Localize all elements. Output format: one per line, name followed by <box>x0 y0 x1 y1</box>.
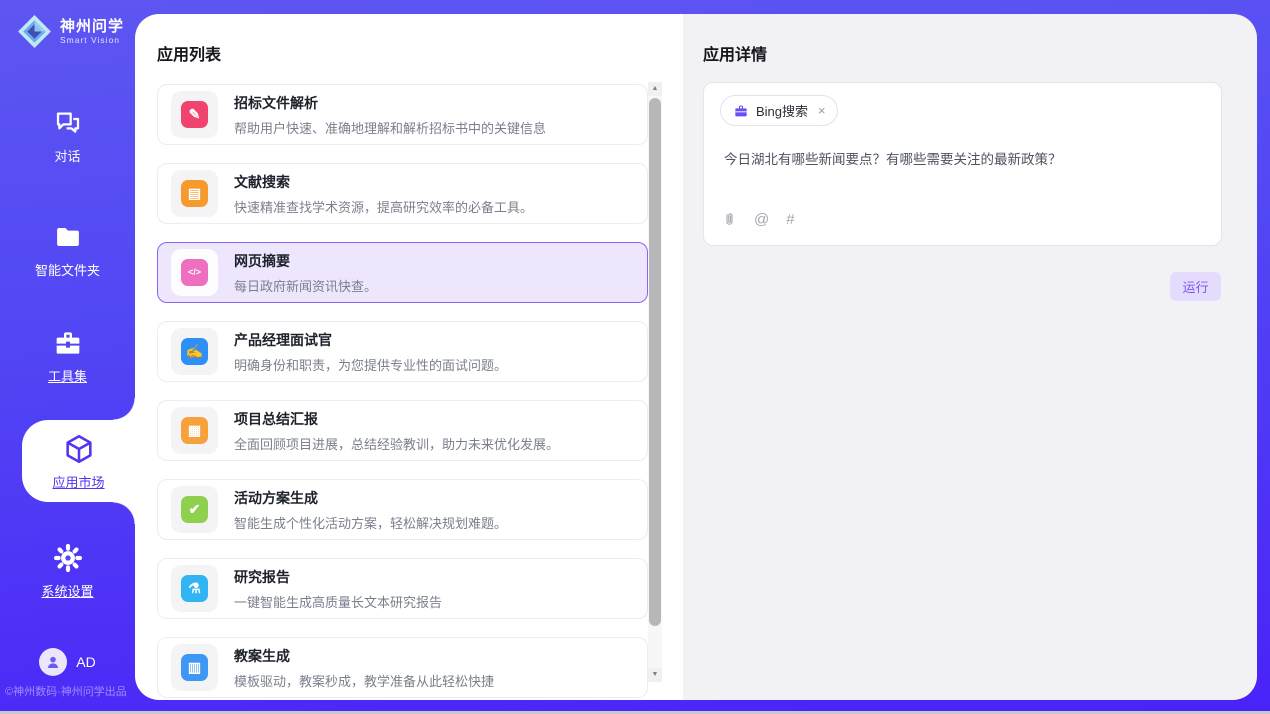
app-name: 产品经理面试官 <box>234 330 507 350</box>
app-icon-container: ✎ <box>171 91 218 138</box>
toolbox-icon <box>52 327 84 359</box>
app-card-lesson-plan[interactable]: ▥ 教案生成 模板驱动，教案秒成，教学准备从此轻松快捷 <box>157 637 648 698</box>
app-name: 项目总结汇报 <box>234 409 559 429</box>
cube-icon <box>62 432 96 466</box>
close-icon[interactable]: × <box>818 104 826 117</box>
sidebar-item-label: 对话 <box>54 146 80 165</box>
app-detail-panel: 应用详情 Bing搜索 × 今日湖北有哪些新闻要点？有哪些需要关注的最新政策？ … <box>683 14 1257 700</box>
sidebar-item-label: 智能文件夹 <box>35 260 100 279</box>
book-icon: ▤ <box>181 180 208 207</box>
app-icon-container: ▦ <box>171 407 218 454</box>
app-description: 全面回顾项目进展，总结经验教训，助力未来优化发展。 <box>234 434 559 453</box>
app-icon-container: </> <box>171 249 218 296</box>
app-description: 一键智能生成高质量长文本研究报告 <box>234 592 442 611</box>
tool-chip-label: Bing搜索 <box>756 101 808 120</box>
note-icon: ▦ <box>181 417 208 444</box>
sidebar-item-label: 系统设置 <box>41 581 93 600</box>
scroll-down-button[interactable]: ▼ <box>648 668 662 682</box>
app-cards: ✎ 招标文件解析 帮助用户快速、准确地理解和解析招标书中的关键信息 ▤ 文献搜索… <box>157 84 648 700</box>
list-scrollbar[interactable]: ▲ ▼ <box>648 82 662 682</box>
app-icon-container: ▤ <box>171 170 218 217</box>
logo-diamond-icon <box>16 13 53 50</box>
at-icon[interactable]: @ <box>754 211 769 228</box>
scrollbar-thumb[interactable] <box>649 98 661 626</box>
app-description: 模板驱动，教案秒成，教学准备从此轻松快捷 <box>234 671 494 690</box>
briefcase-icon <box>733 103 749 119</box>
app-name: 文献搜索 <box>234 172 533 192</box>
sidebar-selected-bubble: 应用市场 <box>22 420 135 502</box>
app-list-panel: 应用列表 ✎ 招标文件解析 帮助用户快速、准确地理解和解析招标书中的关键信息 ▤… <box>135 14 683 700</box>
sidebar-item-smart-folder[interactable]: 智能文件夹 <box>0 221 135 279</box>
app-detail-title: 应用详情 <box>703 41 767 65</box>
app-icon-container: ▥ <box>171 644 218 691</box>
app-card-event-plan[interactable]: ✔ 活动方案生成 智能生成个性化活动方案，轻松解决规划难题。 <box>157 479 648 540</box>
sidebar-item-settings[interactable]: 系统设置 <box>0 542 135 600</box>
sidebar-item-toolset[interactable]: 工具集 <box>0 327 135 385</box>
app-card-pm-interviewer[interactable]: ✍ 产品经理面试官 明确身份和职责，为您提供专业性的面试问题。 <box>157 321 648 382</box>
sidebar-item-label: 工具集 <box>48 366 87 385</box>
app-name: 网页摘要 <box>234 251 377 271</box>
tool-chip-bing-search[interactable]: Bing搜索 × <box>720 95 838 126</box>
clipboard-check-icon: ✔ <box>181 496 208 523</box>
edit-icon: ✎ <box>181 101 208 128</box>
user-name: AD <box>76 654 95 670</box>
prompt-card: Bing搜索 × 今日湖北有哪些新闻要点？有哪些需要关注的最新政策？ @ # <box>703 82 1222 246</box>
app-list-title: 应用列表 <box>157 41 221 65</box>
person-icon <box>45 654 61 670</box>
app-card-bid-parse[interactable]: ✎ 招标文件解析 帮助用户快速、准确地理解和解析招标书中的关键信息 <box>157 84 648 145</box>
prompt-input[interactable]: 今日湖北有哪些新闻要点？有哪些需要关注的最新政策？ <box>724 150 1201 169</box>
avatar <box>39 648 67 676</box>
folder-icon <box>52 221 84 253</box>
scroll-up-button[interactable]: ▲ <box>648 82 662 96</box>
interviewer-icon: ✍ <box>181 338 208 365</box>
hash-icon[interactable]: # <box>786 211 794 228</box>
prompt-toolbar: @ # <box>722 211 795 228</box>
app-description: 快速精准查找学术资源，提高研究效率的必备工具。 <box>234 197 533 216</box>
app-name: 活动方案生成 <box>234 488 507 508</box>
app-name: 教案生成 <box>234 646 494 666</box>
copyright-footer: ©神州数码·神州问学出品 <box>5 683 135 699</box>
app-logo: 神州问学 Smart Vision <box>16 13 124 50</box>
app-icon-container: ✔ <box>171 486 218 533</box>
app-card-project-summary[interactable]: ▦ 项目总结汇报 全面回顾项目进展，总结经验教训，助力未来优化发展。 <box>157 400 648 461</box>
app-description: 明确身份和职责，为您提供专业性的面试问题。 <box>234 355 507 374</box>
app-icon-container: ✍ <box>171 328 218 375</box>
research-icon: ⚗ <box>181 575 208 602</box>
app-description: 帮助用户快速、准确地理解和解析招标书中的关键信息 <box>234 118 546 137</box>
app-icon-container: ⚗ <box>171 565 218 612</box>
logo-title: 神州问学 <box>60 18 124 35</box>
app-name: 招标文件解析 <box>234 93 546 113</box>
sidebar: 神州问学 Smart Vision 对话 智能文件夹 工具集 应用市 <box>0 0 135 714</box>
app-card-research-report[interactable]: ⚗ 研究报告 一键智能生成高质量长文本研究报告 <box>157 558 648 619</box>
gear-icon <box>52 542 84 574</box>
run-button[interactable]: 运行 <box>1170 272 1221 301</box>
browser-code-icon: </> <box>181 259 208 286</box>
app-card-literature-search[interactable]: ▤ 文献搜索 快速精准查找学术资源，提高研究效率的必备工具。 <box>157 163 648 224</box>
chat-icon <box>52 107 84 139</box>
content-area: 应用列表 ✎ 招标文件解析 帮助用户快速、准确地理解和解析招标书中的关键信息 ▤… <box>135 14 1257 700</box>
app-description: 每日政府新闻资讯快查。 <box>234 276 377 295</box>
paperclip-icon[interactable] <box>722 211 737 228</box>
app-card-web-summary[interactable]: </> 网页摘要 每日政府新闻资讯快查。 <box>157 242 648 303</box>
sidebar-item-app-market[interactable]: 应用市场 <box>22 420 135 502</box>
app-description: 智能生成个性化活动方案，轻松解决规划难题。 <box>234 513 507 532</box>
sidebar-item-label: 应用市场 <box>52 472 104 491</box>
app-name: 研究报告 <box>234 567 442 587</box>
sidebar-item-chat[interactable]: 对话 <box>0 107 135 165</box>
user-account[interactable]: AD <box>0 648 135 676</box>
logo-subtitle: Smart Vision <box>60 35 124 45</box>
books-icon: ▥ <box>181 654 208 681</box>
